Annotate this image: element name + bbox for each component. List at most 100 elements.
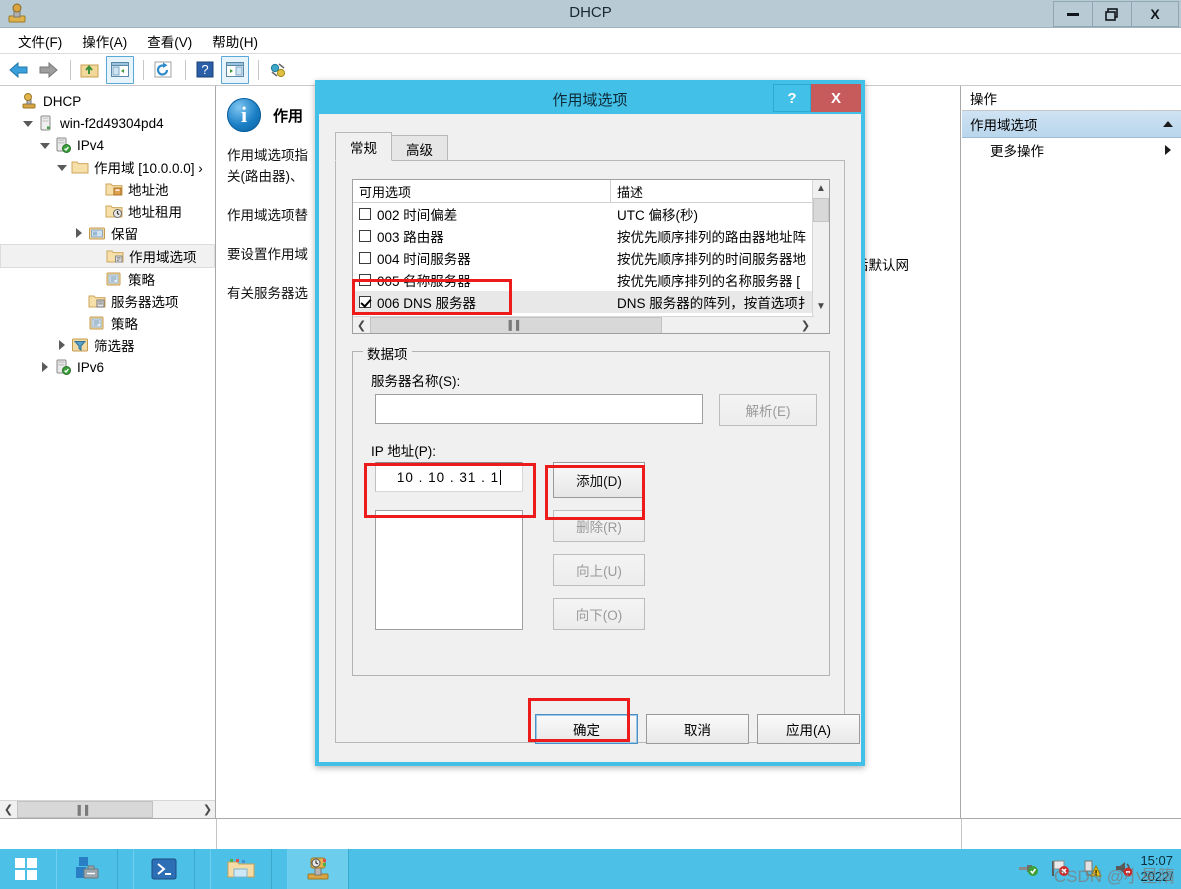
options-vertical-scrollbar[interactable]: ▲ ▼ [812, 180, 829, 333]
add-button[interactable]: 添加(D) [553, 462, 645, 498]
tree-expander-icon[interactable] [38, 360, 52, 374]
server-manager-icon[interactable] [56, 849, 118, 889]
checkbox-unchecked-icon[interactable] [359, 230, 371, 242]
ip-address-label: IP 地址(P): [371, 444, 437, 459]
tree-node-12[interactable]: IPv6 [0, 356, 215, 378]
tree-expander-icon[interactable] [55, 338, 69, 352]
resolve-button[interactable]: 解析(E) [719, 394, 817, 426]
scroll-thumb[interactable]: ▌▌ [17, 801, 153, 818]
options-scroll-up-icon[interactable]: ▲ [813, 180, 829, 197]
tree-node-8[interactable]: 策略 [0, 268, 215, 290]
maximize-button[interactable] [1092, 1, 1132, 27]
toolbar-separator-2 [143, 59, 144, 80]
actions-group-scope-options[interactable]: 作用域选项 [962, 111, 1181, 138]
menu-action[interactable]: 操作(A) [72, 28, 137, 54]
options-hscroll-track[interactable]: ▌▌ [370, 316, 797, 333]
network-ok-icon[interactable] [1017, 858, 1039, 881]
options-scroll-down-icon[interactable]: ▼ [813, 298, 829, 315]
ip-address-input[interactable]: 10 . 10 . 31 . 1 [375, 462, 523, 492]
back-icon[interactable] [6, 57, 32, 83]
options-scroll-thumb[interactable] [813, 198, 829, 222]
dhcp-taskbar-icon[interactable] [287, 849, 349, 889]
option-row-1[interactable]: 003 路由器 按优先顺序排列的路由器地址阵 [353, 225, 829, 247]
svg-text:?: ? [201, 62, 208, 77]
tab-advanced[interactable]: 高级 [391, 135, 448, 161]
refresh-icon[interactable] [150, 57, 176, 83]
option-row-0[interactable]: 002 时间偏差 UTC 偏移(秒) [353, 203, 829, 225]
tree-node-4[interactable]: 地址池 [0, 178, 215, 200]
cancel-button[interactable]: 取消 [646, 714, 749, 744]
tree-node-7[interactable]: 作用域选项 [0, 244, 215, 268]
caret-right-icon[interactable] [1165, 145, 1171, 155]
tree-node-11[interactable]: 筛选器 [0, 334, 215, 356]
tree-expander-icon[interactable] [72, 226, 86, 240]
close-button[interactable]: X [1131, 1, 1179, 27]
menu-view[interactable]: 查看(V) [137, 28, 202, 54]
options-hscroll-thumb[interactable]: ▌▌ [370, 316, 662, 333]
tree-node-3[interactable]: 作用域 [10.0.0.0] › [0, 156, 215, 178]
tree-node-0[interactable]: DHCP [0, 90, 215, 112]
caret-up-icon[interactable] [1163, 121, 1173, 127]
checkbox-unchecked-icon[interactable] [359, 274, 371, 286]
scroll-left-arrow-icon[interactable]: ❮ [0, 801, 17, 818]
forward-icon[interactable] [35, 57, 61, 83]
tree-horizontal-scrollbar[interactable]: ❮ ▌▌ ❯ [0, 800, 215, 818]
file-explorer-icon[interactable] [210, 849, 272, 889]
option-name-cell: 005 名称服务器 [353, 270, 611, 290]
checkbox-unchecked-icon[interactable] [359, 252, 371, 264]
menu-file[interactable]: 文件(F) [8, 28, 72, 54]
server-name-input[interactable] [375, 394, 703, 424]
action-more-actions[interactable]: 更多操作 [962, 138, 1181, 162]
column-header-available-options[interactable]: 可用选项 [353, 180, 611, 202]
details-title: 作用 [273, 108, 304, 125]
tree-expander-icon[interactable] [55, 160, 69, 174]
tree-expander-placeholder [89, 204, 103, 218]
scope-options-dialog: 作用域选项 ? X 常规 高级 可用选项 描述 002 时间偏差 UTC 偏移(… [315, 80, 865, 766]
column-header-description[interactable]: 描述 [611, 180, 814, 202]
dialog-footer: 确定 取消 应用(A) [319, 714, 861, 748]
minimize-button[interactable] [1053, 1, 1093, 27]
tree-node-1[interactable]: win-f2d49304pd4 [0, 112, 215, 134]
menu-help[interactable]: 帮助(H) [202, 28, 268, 54]
options-scroll-left-icon[interactable]: ❮ [353, 316, 370, 333]
scroll-track[interactable]: ▌▌ [17, 801, 199, 818]
tree-expander-icon[interactable] [21, 116, 35, 130]
show-action-pane-icon[interactable] [221, 55, 249, 84]
tree-node-5[interactable]: 地址租用 [0, 200, 215, 222]
tree-node-10[interactable]: 策略 [0, 312, 215, 334]
help-icon[interactable]: ? [192, 57, 218, 83]
show-hide-tree-icon[interactable] [106, 55, 134, 84]
options-horizontal-scrollbar[interactable]: ❮ ▌▌ ❯ [353, 316, 814, 333]
ipv4-icon [54, 137, 72, 153]
tab-general[interactable]: 常规 [335, 132, 392, 161]
option-description-cell: 按优先顺序排列的路由器地址阵 [617, 230, 806, 245]
up-folder-icon[interactable] [77, 57, 103, 83]
tree-node-label: 保留 [111, 227, 138, 242]
filter-icon [71, 337, 89, 353]
tree-node-6[interactable]: 保留 [0, 222, 215, 244]
tree-node-label: IPv4 [77, 137, 105, 153]
move-up-button[interactable]: 向上(U) [553, 554, 645, 586]
options-scroll-right-icon[interactable]: ❯ [797, 316, 814, 333]
ok-button[interactable]: 确定 [535, 714, 638, 744]
available-options-list[interactable]: 可用选项 描述 002 时间偏差 UTC 偏移(秒) 003 路由器 按优先顺序排列的… [352, 179, 830, 334]
tree-node-2[interactable]: IPv4 [0, 134, 215, 156]
option-name-label: 006 DNS 服务器 [377, 296, 477, 311]
option-row-2[interactable]: 004 时间服务器 按优先顺序排列的时间服务器地 [353, 247, 829, 269]
tree-node-9[interactable]: 服务器选项 [0, 290, 215, 312]
option-row-4[interactable]: 006 DNS 服务器 DNS 服务器的阵列，按首选项扌 [353, 291, 829, 313]
dialog-help-button[interactable]: ? [773, 84, 811, 112]
dialog-close-button[interactable]: X [811, 84, 861, 112]
windows-start-icon[interactable] [0, 849, 52, 889]
scroll-right-arrow-icon[interactable]: ❯ [199, 801, 215, 818]
checkbox-checked-icon[interactable] [359, 296, 371, 308]
tree-expander-icon[interactable] [38, 138, 52, 152]
remove-button[interactable]: 删除(R) [553, 510, 645, 542]
apply-button[interactable]: 应用(A) [757, 714, 860, 744]
powershell-icon[interactable] [133, 849, 195, 889]
checkbox-unchecked-icon[interactable] [359, 208, 371, 220]
properties-icon[interactable] [265, 57, 291, 83]
ip-address-listbox[interactable] [375, 510, 523, 630]
move-down-button[interactable]: 向下(O) [553, 598, 645, 630]
option-row-3[interactable]: 005 名称服务器 按优先顺序排列的名称服务器 [ [353, 269, 829, 291]
